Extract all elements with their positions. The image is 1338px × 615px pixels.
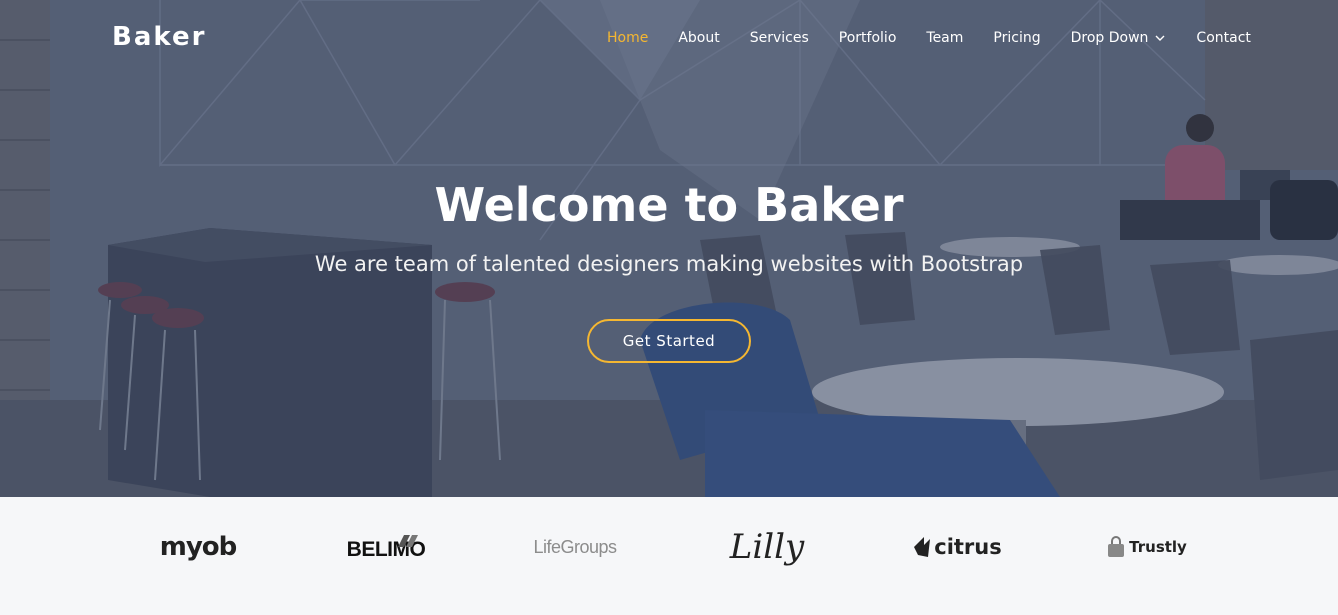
client-logo-citrus-text: citrus <box>934 535 1002 559</box>
nav-item-dropdown[interactable]: Drop Down <box>1056 30 1182 46</box>
client-logo-trustly[interactable]: Trustly <box>1102 497 1192 597</box>
nav-item-portfolio[interactable]: Portfolio <box>824 30 912 46</box>
client-logo-lilly-text: Lilly <box>729 527 805 567</box>
hero-section: Baker Home About Services Portfolio Team… <box>0 0 1338 497</box>
nav-item-dropdown-label: Drop Down <box>1070 30 1149 46</box>
belimo-mark-icon <box>398 535 418 547</box>
shopping-bag-icon <box>1108 536 1125 557</box>
nav-item-home[interactable]: Home <box>592 30 663 46</box>
client-logo-belimo[interactable]: BELIMO <box>336 497 436 597</box>
client-logo-lifegroups-text: LifeGroups <box>533 536 617 557</box>
nav-item-contact[interactable]: Contact <box>1181 30 1265 46</box>
get-started-button[interactable]: Get Started <box>587 319 751 363</box>
main-nav: Home About Services Portfolio Team Prici… <box>592 30 1266 46</box>
client-logo-myob[interactable]: myob <box>150 497 246 597</box>
hero-title: Welcome to Baker <box>434 178 904 232</box>
client-logo-lifegroups[interactable]: LifeGroups <box>530 497 620 597</box>
clients-section: myob BELIMO LifeGroups Lilly citrus Trus… <box>0 497 1338 615</box>
site-header: Baker Home About Services Portfolio Team… <box>0 0 1338 78</box>
nav-item-about[interactable]: About <box>663 30 734 46</box>
chevron-down-icon <box>1155 35 1165 41</box>
client-logo-trustly-text: Trustly <box>1129 538 1187 556</box>
nav-item-team[interactable]: Team <box>911 30 978 46</box>
nav-item-services[interactable]: Services <box>735 30 824 46</box>
client-logo-myob-text: myob <box>159 532 238 562</box>
client-logo-lilly[interactable]: Lilly <box>722 497 812 597</box>
site-logo[interactable]: Baker <box>112 22 206 52</box>
nav-item-pricing[interactable]: Pricing <box>978 30 1055 46</box>
client-logo-citrus[interactable]: citrus <box>912 497 1002 597</box>
citrus-mark-icon <box>914 537 931 557</box>
hero-subtitle: We are team of talented designers making… <box>314 252 1024 276</box>
